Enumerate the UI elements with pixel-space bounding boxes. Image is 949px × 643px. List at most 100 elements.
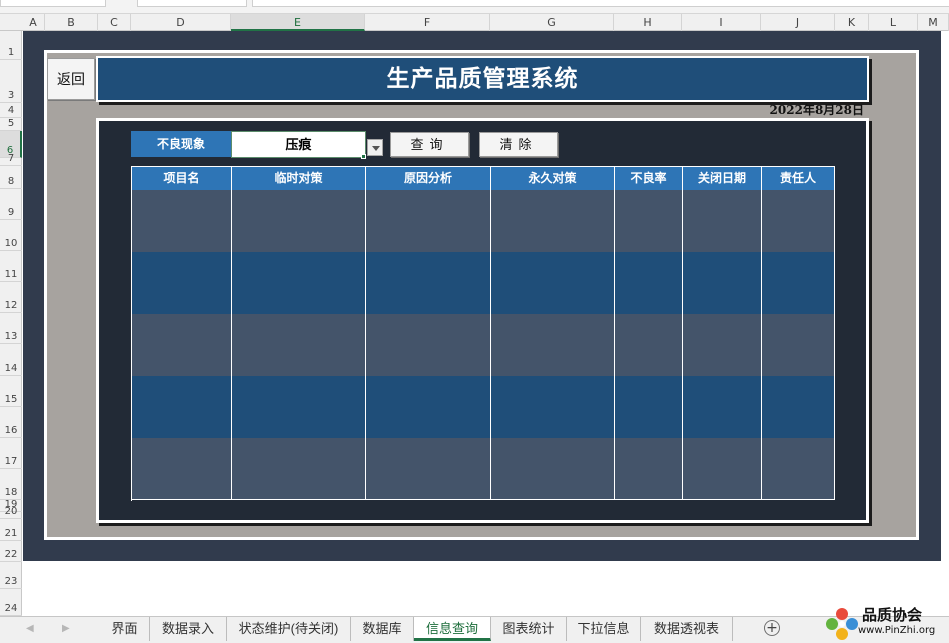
table-cell[interactable] [132, 314, 232, 376]
column-header-k[interactable]: K [835, 14, 869, 31]
row-header-12[interactable]: 12 [0, 282, 22, 313]
column-header-j[interactable]: J [761, 14, 835, 31]
row-header-5[interactable]: 5 [0, 118, 22, 131]
table-header-cell: 不良率 [615, 167, 683, 190]
sheet-tab[interactable]: 数据透视表 [641, 617, 733, 641]
row-header-1[interactable]: 1 [0, 31, 22, 60]
table-cell[interactable] [615, 376, 683, 438]
row-header-18[interactable]: 18 [0, 469, 22, 500]
table-cell[interactable] [762, 314, 835, 376]
column-headers: ABCDEFGHIJKLM [0, 14, 949, 31]
table-cell[interactable] [615, 190, 683, 252]
row-number: 15 [4, 394, 18, 405]
table-cell[interactable] [683, 376, 762, 438]
row-header-14[interactable]: 14 [0, 344, 22, 376]
fill-handle[interactable] [361, 154, 366, 159]
table-cell[interactable] [491, 376, 615, 438]
table-header-cell: 责任人 [762, 167, 835, 190]
row-header-11[interactable]: 11 [0, 251, 22, 282]
column-header-f[interactable]: F [365, 14, 490, 31]
table-header-cell: 项目名 [132, 167, 232, 190]
row-header-24[interactable]: 24 [0, 589, 22, 616]
row-header-20[interactable]: 20 [0, 506, 22, 519]
sheet-tab[interactable]: 图表统计 [491, 617, 567, 641]
table-cell[interactable] [366, 314, 491, 376]
brand-logo [826, 608, 858, 640]
row-header-16[interactable]: 16 [0, 407, 22, 438]
table-cell[interactable] [683, 190, 762, 252]
sheet-tab[interactable]: 状态维护(待关闭) [227, 617, 351, 641]
row-header-23[interactable]: 23 [0, 562, 22, 589]
row-header-10[interactable]: 10 [0, 220, 22, 251]
back-button[interactable]: 返回 [47, 58, 95, 100]
column-header-e[interactable]: E [231, 14, 365, 31]
column-header-i[interactable]: I [682, 14, 761, 31]
table-cell[interactable] [615, 252, 683, 314]
logo-petal-blue [846, 618, 858, 630]
table-cell[interactable] [683, 438, 762, 499]
query-button[interactable]: 查询 [390, 132, 469, 157]
table-cell[interactable] [491, 438, 615, 499]
column-header-l[interactable]: L [869, 14, 918, 31]
row-number: 10 [4, 238, 18, 249]
table-cell[interactable] [132, 252, 232, 314]
table-cell[interactable] [366, 190, 491, 252]
table-cell[interactable] [232, 376, 366, 438]
column-header-a[interactable]: A [22, 14, 45, 31]
sheet-tab[interactable]: 数据库 [351, 617, 414, 641]
table-cell[interactable] [615, 438, 683, 499]
table-cell[interactable] [762, 438, 835, 499]
plus-circle-icon[interactable]: + [764, 620, 780, 636]
row-header-13[interactable]: 13 [0, 313, 22, 344]
sheet-tab[interactable]: 数据录入 [150, 617, 227, 641]
column-header-h[interactable]: H [614, 14, 682, 31]
table-cell[interactable] [491, 252, 615, 314]
clear-button[interactable]: 清除 [479, 132, 558, 157]
table-cell[interactable] [232, 314, 366, 376]
row-header-17[interactable]: 17 [0, 438, 22, 469]
row-number: 13 [4, 331, 18, 342]
row-header-3[interactable]: 3 [0, 60, 22, 103]
table-cell[interactable] [762, 252, 835, 314]
table-cell[interactable] [366, 438, 491, 499]
row-header-9[interactable]: 9 [0, 189, 22, 220]
table-cell[interactable] [615, 314, 683, 376]
row-header-22[interactable]: 22 [0, 541, 22, 562]
table-cell[interactable] [132, 438, 232, 499]
table-cell[interactable] [366, 376, 491, 438]
row-header-4[interactable]: 4 [0, 103, 22, 118]
table-cell[interactable] [232, 190, 366, 252]
table-cell[interactable] [683, 252, 762, 314]
row-header-21[interactable]: 21 [0, 519, 22, 541]
table-cell[interactable] [232, 252, 366, 314]
column-header-b[interactable]: B [45, 14, 98, 31]
table-cell[interactable] [232, 438, 366, 499]
chevron-right-icon[interactable]: ▶ [62, 623, 70, 634]
table-cell[interactable] [683, 314, 762, 376]
table-row [132, 438, 835, 499]
name-box[interactable] [0, 0, 106, 7]
defect-filter-input[interactable]: 压痕 [231, 131, 366, 158]
table-cell[interactable] [132, 376, 232, 438]
table-cell[interactable] [132, 190, 232, 252]
column-header-m[interactable]: M [918, 14, 949, 31]
row-header-7[interactable]: 7 [0, 153, 22, 166]
column-header-d[interactable]: D [131, 14, 231, 31]
formula-box[interactable] [137, 0, 247, 7]
column-header-g[interactable]: G [490, 14, 614, 31]
table-cell[interactable] [491, 190, 615, 252]
sheet-tab[interactable]: 下拉信息 [567, 617, 641, 641]
row-header-8[interactable]: 8 [0, 166, 22, 189]
sheet-tab[interactable]: 信息查询 [414, 617, 491, 641]
table-cell[interactable] [762, 376, 835, 438]
row-header-15[interactable]: 15 [0, 376, 22, 407]
formula-input[interactable] [252, 0, 949, 7]
table-cell[interactable] [762, 190, 835, 252]
sheet-tab[interactable]: 界面 [100, 617, 150, 641]
date-label: 2022年8月28日 [769, 103, 864, 117]
table-cell[interactable] [366, 252, 491, 314]
chevron-down-icon[interactable] [367, 139, 383, 156]
chevron-left-icon[interactable]: ◀ [26, 623, 34, 634]
table-cell[interactable] [491, 314, 615, 376]
column-header-c[interactable]: C [98, 14, 131, 31]
